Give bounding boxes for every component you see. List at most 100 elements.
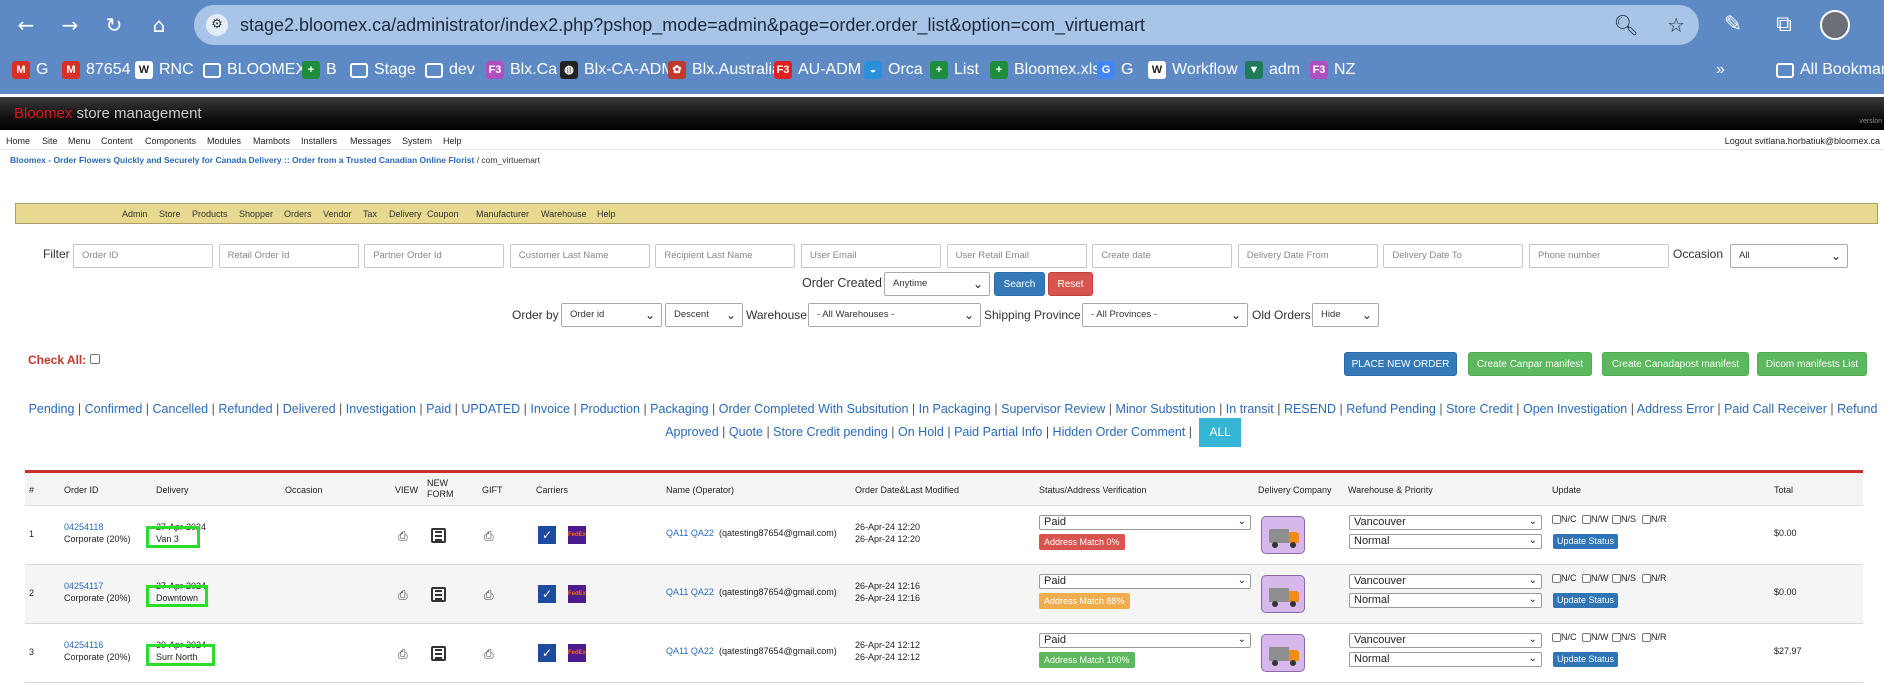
bookmark-item[interactable]: F3 NZ bbox=[1310, 61, 1355, 79]
update-flag-checkbox[interactable]: N/W bbox=[1582, 573, 1609, 584]
top-menu-item[interactable]: Site bbox=[42, 136, 58, 146]
warehouse-select[interactable]: Vancouver ⌄ bbox=[1349, 633, 1542, 648]
canadapost-icon[interactable]: ✓ bbox=[538, 526, 556, 544]
top-menu-item[interactable]: Help bbox=[443, 136, 462, 146]
update-flag-checkbox[interactable]: N/R bbox=[1642, 514, 1667, 525]
status-link[interactable]: Packaging bbox=[650, 402, 708, 416]
top-menu-item[interactable]: System bbox=[402, 136, 432, 146]
update-flag-checkbox[interactable]: N/C bbox=[1552, 573, 1577, 584]
checkbox-box[interactable] bbox=[1612, 633, 1621, 643]
status-link[interactable]: Investigation bbox=[346, 402, 416, 416]
update-status-button[interactable]: Update Status bbox=[1553, 652, 1619, 667]
status-link[interactable]: Receiver bbox=[1778, 402, 1827, 416]
status-link[interactable]: UPDATED bbox=[461, 402, 520, 416]
operator-name-link[interactable]: QA11 QA22 bbox=[666, 646, 714, 656]
top-menu-item[interactable]: Mambots bbox=[253, 136, 290, 146]
update-flag-checkbox[interactable]: N/W bbox=[1582, 514, 1609, 525]
order-id-link[interactable]: 04254117 bbox=[64, 581, 103, 591]
bookmark-item[interactable]: ◍ Blx-CA-ADM bbox=[560, 61, 675, 79]
bookmark-item[interactable]: + List bbox=[930, 61, 979, 79]
filter-input[interactable]: Delivery Date From bbox=[1237, 244, 1378, 268]
operator-name-link[interactable]: QA11 QA22 bbox=[666, 528, 714, 538]
forward-arrow-icon[interactable]: → bbox=[57, 12, 83, 38]
filter-input[interactable]: Order ID bbox=[73, 244, 213, 268]
checkbox-box[interactable] bbox=[1552, 633, 1561, 643]
fedex-icon[interactable]: FedEx bbox=[568, 526, 586, 544]
view-print-icon[interactable]: ⎙ bbox=[398, 530, 411, 542]
top-menu-item[interactable]: Messages bbox=[350, 136, 391, 146]
warehouse-select[interactable]: Vancouver ⌄ bbox=[1349, 574, 1542, 589]
status-link[interactable]: Refunded bbox=[218, 402, 272, 416]
status-link[interactable]: Store Credit pending bbox=[773, 425, 888, 439]
bookmark-item[interactable]: BLOOMEX bbox=[203, 61, 306, 79]
update-flag-checkbox[interactable]: N/S bbox=[1612, 514, 1636, 525]
checkbox-box[interactable] bbox=[1612, 574, 1621, 584]
order-id-link[interactable]: 04254118 bbox=[64, 522, 103, 532]
occasion-select[interactable]: All ⌄ bbox=[1730, 244, 1848, 268]
delivery-truck-icon[interactable] bbox=[1261, 575, 1305, 613]
submenu-item[interactable]: Shopper bbox=[239, 209, 273, 219]
submenu-item[interactable]: Products bbox=[192, 209, 228, 219]
delivery-truck-icon[interactable] bbox=[1261, 634, 1305, 672]
bookmark-item[interactable]: M 87654 bbox=[62, 61, 131, 79]
status-select[interactable]: Paid ⌄ bbox=[1039, 633, 1251, 648]
submenu-item[interactable]: Warehouse bbox=[541, 209, 587, 219]
reset-button[interactable]: Reset bbox=[1048, 272, 1093, 296]
checkbox-box[interactable] bbox=[1642, 633, 1651, 643]
status-link[interactable]: Minor Substitution bbox=[1116, 402, 1216, 416]
top-menu-item[interactable]: Modules bbox=[207, 136, 241, 146]
fedex-icon[interactable]: FedEx bbox=[568, 644, 586, 662]
filter-input[interactable]: Delivery Date To bbox=[1383, 244, 1524, 268]
shipping-province-select[interactable]: - All Provinces - ⌄ bbox=[1082, 303, 1248, 327]
bookmark-item[interactable]: dev bbox=[425, 61, 475, 79]
update-status-button[interactable]: Update Status bbox=[1553, 593, 1619, 608]
gift-print-icon[interactable]: ⎙ bbox=[484, 589, 497, 601]
status-link[interactable]: In Packaging bbox=[919, 402, 991, 416]
status-link[interactable]: RESEND bbox=[1284, 402, 1336, 416]
submenu-item[interactable]: Help bbox=[597, 209, 616, 219]
create-canadapost-manifest-button[interactable]: Create Canadapost manifest bbox=[1602, 352, 1749, 376]
submenu-item[interactable]: Tax bbox=[363, 209, 377, 219]
home-icon[interactable]: ⌂ bbox=[146, 12, 172, 38]
submenu-item[interactable]: Vendor bbox=[323, 209, 352, 219]
update-flag-checkbox[interactable]: N/C bbox=[1552, 514, 1577, 525]
status-select[interactable]: Paid ⌄ bbox=[1039, 515, 1251, 530]
filter-input[interactable]: User Retail Email bbox=[946, 244, 1087, 268]
bookmark-item[interactable]: Stage bbox=[350, 61, 416, 79]
bookmark-item[interactable]: GG bbox=[1097, 61, 1133, 79]
bookmark-star-icon[interactable]: ☆ bbox=[1667, 13, 1685, 37]
canadapost-icon[interactable]: ✓ bbox=[538, 585, 556, 603]
priority-select[interactable]: Normal ⌄ bbox=[1349, 652, 1542, 667]
checkbox-box[interactable] bbox=[1582, 515, 1591, 525]
filter-input[interactable]: Create date bbox=[1092, 244, 1233, 268]
extension-brush-icon[interactable]: ✎ bbox=[1718, 12, 1748, 37]
bookmarks-overflow-icon[interactable]: » bbox=[1716, 61, 1725, 79]
gift-print-icon[interactable]: ⎙ bbox=[484, 530, 497, 542]
status-link[interactable]: Store Credit bbox=[1446, 402, 1513, 416]
checkbox-box[interactable] bbox=[1642, 515, 1651, 525]
update-flag-checkbox[interactable]: N/R bbox=[1642, 573, 1667, 584]
new-form-icon[interactable] bbox=[431, 587, 446, 602]
checkbox-box[interactable] bbox=[1582, 574, 1591, 584]
update-flag-checkbox[interactable]: N/C bbox=[1552, 632, 1577, 643]
filter-input[interactable]: Partner Order Id bbox=[364, 244, 505, 268]
checkbox-box[interactable] bbox=[1582, 633, 1591, 643]
zoom-icon[interactable]: 🔍︎ bbox=[1613, 13, 1638, 37]
search-button[interactable]: Search bbox=[994, 272, 1045, 296]
status-link[interactable]: Hidden Order Comment bbox=[1053, 425, 1186, 439]
order-by-select[interactable]: Order id ⌄ bbox=[561, 303, 662, 327]
new-form-icon[interactable] bbox=[431, 528, 446, 543]
status-link[interactable]: Refund Pending bbox=[1346, 402, 1436, 416]
update-flag-checkbox[interactable]: N/W bbox=[1582, 632, 1609, 643]
bookmark-item[interactable]: ◒ Orca bbox=[864, 61, 923, 79]
status-all-button[interactable]: ALL bbox=[1199, 418, 1241, 447]
priority-select[interactable]: Normal ⌄ bbox=[1349, 534, 1542, 549]
order-created-select[interactable]: Anytime ⌄ bbox=[884, 272, 990, 296]
logout-link[interactable]: Logout svitlana.horbatiuk@bloomex.ca bbox=[1725, 136, 1880, 146]
filter-input[interactable]: User Email bbox=[801, 244, 941, 268]
status-link[interactable]: Pending bbox=[29, 402, 75, 416]
bookmark-item[interactable]: ▼ adm bbox=[1245, 61, 1300, 79]
submenu-item[interactable]: Admin bbox=[122, 209, 148, 219]
place-new-order-button[interactable]: PLACE NEW ORDER bbox=[1344, 352, 1457, 376]
top-menu-item[interactable]: Home bbox=[6, 136, 30, 146]
